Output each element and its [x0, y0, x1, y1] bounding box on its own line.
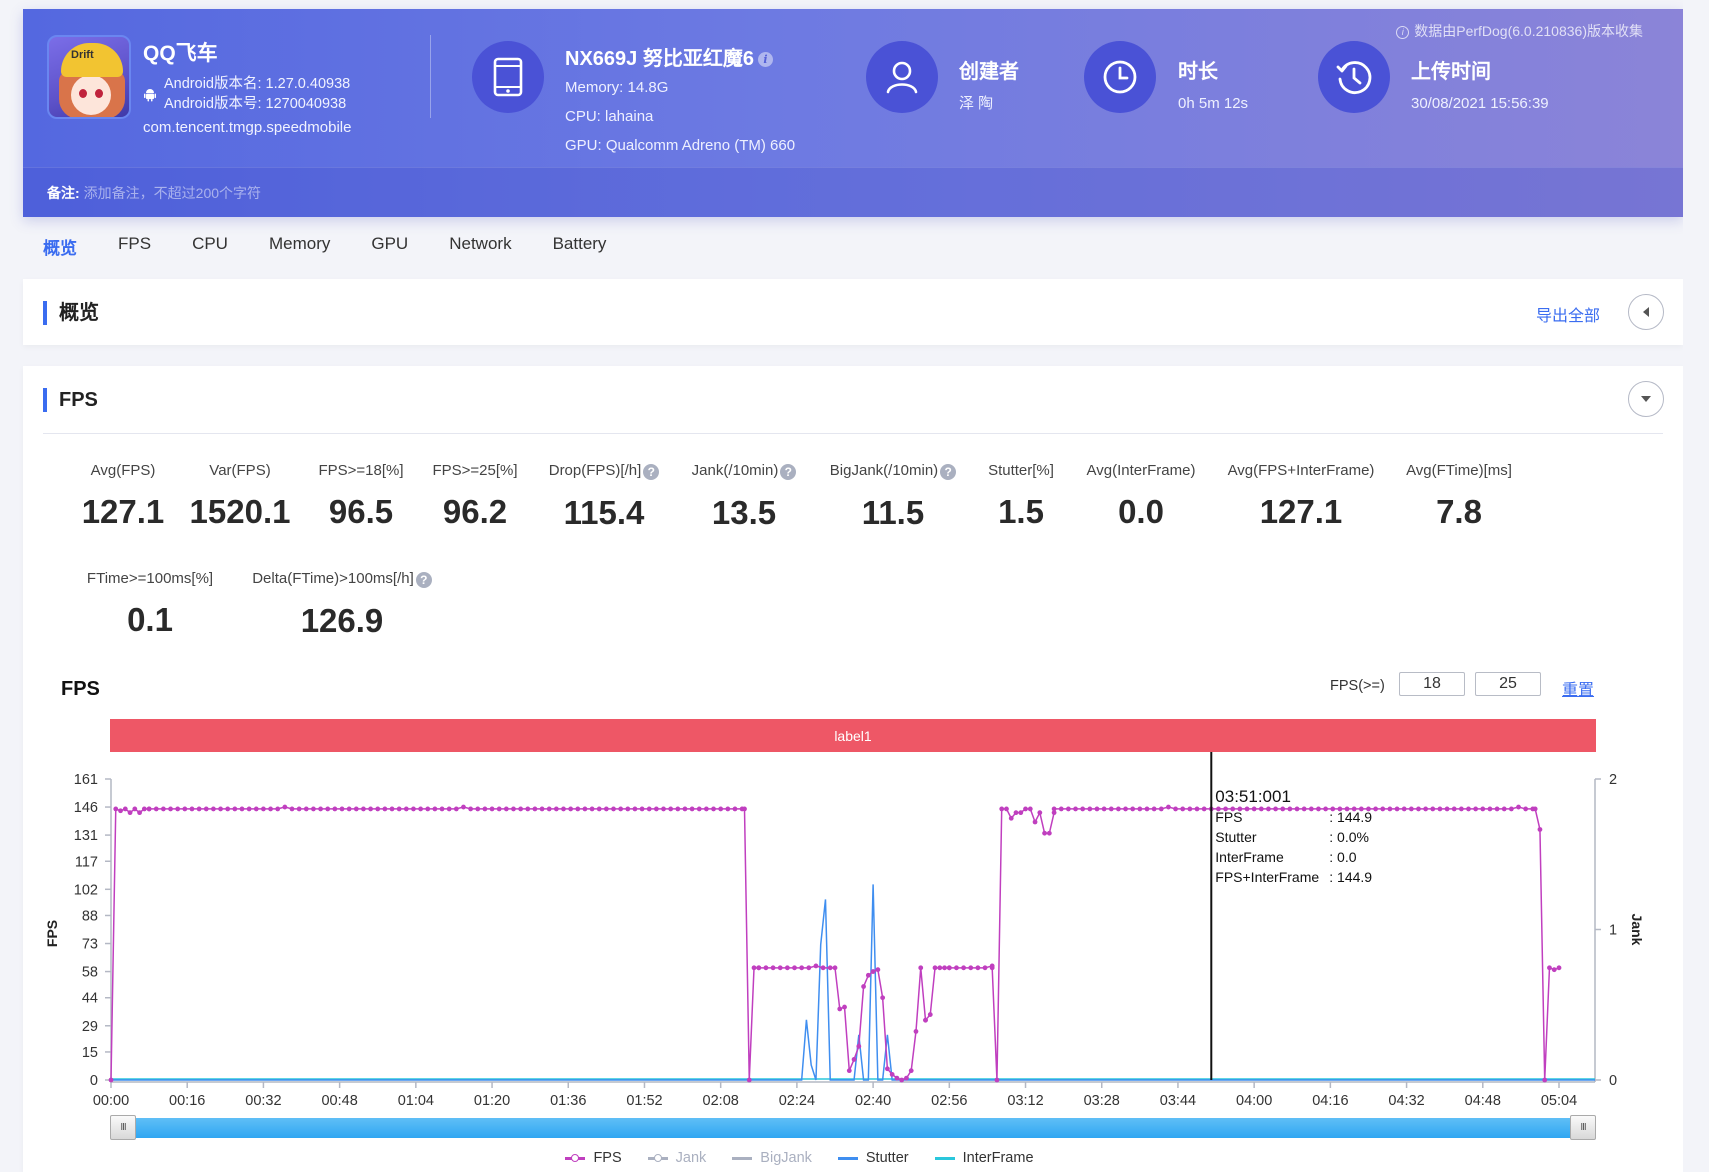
clock-icon [1084, 41, 1156, 113]
device-info-icon[interactable]: i [757, 52, 773, 67]
notes-input[interactable]: 添加备注，不超过200个字符 [84, 183, 261, 203]
legend-swatch [565, 1153, 586, 1162]
device-title: NX669J 努比亚红魔6 i [565, 42, 773, 71]
tab-fps[interactable]: FPS [118, 234, 151, 259]
app-version: Android版本名: 1.27.0.40938 Android版本号: 127… [164, 74, 350, 114]
legend-swatch [837, 1156, 858, 1160]
chart-legend: FPS Jank BigJank Stutter InterFrame [0, 1150, 1709, 1166]
duration-title: 时长 [1178, 61, 1218, 83]
collapse-toggle-button[interactable] [1628, 294, 1664, 330]
device-gpu: GPU: Qualcomm Adreno (TM) 660 [565, 137, 796, 154]
device-cpu: CPU: lahaina [565, 108, 654, 125]
metric-avg-ftime-ms: Avg(FTime)[ms] 7.8 [1349, 462, 1569, 531]
metric-value: 126.9 [300, 602, 384, 639]
metric-label-text: Avg(InterFrame) [1086, 462, 1196, 479]
perfdog-version-text: 数据由PerfDog(6.0.210836)版本收集 [1414, 23, 1643, 39]
fps-section-title: FPS [43, 388, 98, 412]
fps-chart-title: FPS [61, 678, 100, 700]
app-name: QQ飞车 [143, 42, 218, 65]
metric-label: Delta(FTime)>100ms[/h]? [232, 570, 452, 588]
device-memory: Memory: 14.8G [565, 79, 669, 96]
metric-label-text: Jank(/10min) [691, 462, 779, 479]
app-icon: Drift [47, 35, 131, 119]
app-icon-eye [95, 89, 103, 98]
page-gutter [1683, 0, 1709, 1172]
metric-value: 0.1 [127, 601, 173, 638]
section-divider [43, 433, 1663, 434]
user-icon [866, 41, 938, 113]
metric-label-text: Avg(FTime)[ms] [1406, 462, 1512, 479]
tab-network[interactable]: Network [449, 234, 511, 259]
tab-memory[interactable]: Memory [269, 234, 330, 259]
info-circle-icon: i [1396, 26, 1410, 39]
reset-link[interactable]: 重置 [1562, 676, 1594, 700]
app-icon-eye [79, 89, 87, 98]
expand-toggle-button[interactable] [1628, 381, 1664, 417]
export-all-link[interactable]: 导出全部 [1536, 302, 1600, 326]
device-name: NX669J 努比亚红魔6 [565, 48, 754, 70]
slider-handle-left[interactable]: III [110, 1115, 136, 1140]
fps-threshold-2-input[interactable] [1475, 672, 1541, 696]
tab-battery[interactable]: Battery [553, 234, 607, 259]
legend-item-interframe[interactable]: InterFrame [934, 1150, 1034, 1166]
legend-item-fps[interactable]: FPS [565, 1150, 622, 1166]
legend-swatch [647, 1153, 668, 1162]
time-range-slider[interactable] [110, 1118, 1596, 1138]
upload-title: 上传时间 [1411, 61, 1491, 83]
report-header: Drift QQ飞车 Android版本名: 1.27.0.40938 Andr… [23, 9, 1683, 217]
overview-title: 概览 [43, 301, 99, 325]
tab-cpu[interactable]: CPU [192, 234, 228, 259]
help-icon[interactable]: ? [415, 572, 432, 588]
metric-label-text: Delta(FTime)>100ms[/h] [252, 570, 414, 587]
legend-swatch [732, 1156, 753, 1160]
legend-item-jank[interactable]: Jank [647, 1150, 707, 1166]
notes-bar[interactable]: 备注: 添加备注，不超过200个字符 [23, 167, 1683, 217]
legend-label: Jank [675, 1150, 707, 1166]
legend-label: Stutter [865, 1150, 909, 1166]
fps-threshold-label: FPS(>=) [1330, 678, 1385, 694]
metric-label-text: Drop(FPS)[/h] [548, 462, 642, 479]
app-version-name: Android版本名: 1.27.0.40938 [164, 76, 351, 92]
device-icon [472, 41, 544, 113]
legend-item-stutter[interactable]: Stutter [837, 1150, 909, 1166]
android-icon [144, 89, 156, 102]
perfdog-version-note: i 数据由PerfDog(6.0.210836)版本收集 [1396, 21, 1643, 41]
legend-swatch [934, 1156, 955, 1160]
caret-left-icon [1643, 307, 1649, 317]
caret-down-icon [1641, 396, 1651, 402]
app-icon-text: Drift [71, 49, 94, 61]
legend-label: InterFrame [962, 1150, 1034, 1166]
notes-label: 备注: [47, 184, 80, 201]
label-bar-text: label1 [834, 727, 872, 744]
label-bar[interactable]: label1 [110, 719, 1596, 752]
history-icon [1318, 41, 1390, 113]
legend-label: FPS [593, 1150, 622, 1166]
app-version-code: Android版本号: 1270040938 [164, 96, 347, 112]
metric-label: FTime>=100ms[%] [40, 570, 260, 587]
app-package: com.tencent.tmgp.speedmobile [143, 119, 352, 136]
creator-title: 创建者 [959, 61, 1019, 83]
metric-label-text: FTime>=100ms[%] [86, 570, 214, 587]
slider-handle-right[interactable]: III [1570, 1115, 1596, 1140]
legend-label: BigJank [760, 1150, 812, 1166]
metric-delta-ftime-100ms-h: Delta(FTime)>100ms[/h]? 126.9 [232, 570, 452, 640]
fps-threshold-1-input[interactable] [1399, 672, 1465, 696]
creator-value: 泽 陶 [959, 95, 994, 112]
app-icon-face [71, 75, 111, 115]
device-specs: Memory: 14.8G CPU: lahaina GPU: Qualcomm… [565, 73, 795, 160]
section-tabs: 概览 FPS CPU Memory GPU Network Battery [43, 234, 647, 259]
metric-value: 7.8 [1436, 493, 1482, 530]
upload-time: 30/08/2021 15:56:39 [1411, 95, 1549, 112]
tab-overview[interactable]: 概览 [43, 234, 77, 259]
overview-card: 概览 导出全部 [23, 279, 1683, 345]
header-divider [430, 35, 431, 118]
legend-item-bigjank[interactable]: BigJank [732, 1150, 812, 1166]
tab-gpu[interactable]: GPU [371, 234, 408, 259]
metric-ftime-100ms: FTime>=100ms[%] 0.1 [40, 570, 260, 639]
duration-value: 0h 5m 12s [1178, 95, 1249, 112]
metric-label: Avg(FTime)[ms] [1349, 462, 1569, 479]
